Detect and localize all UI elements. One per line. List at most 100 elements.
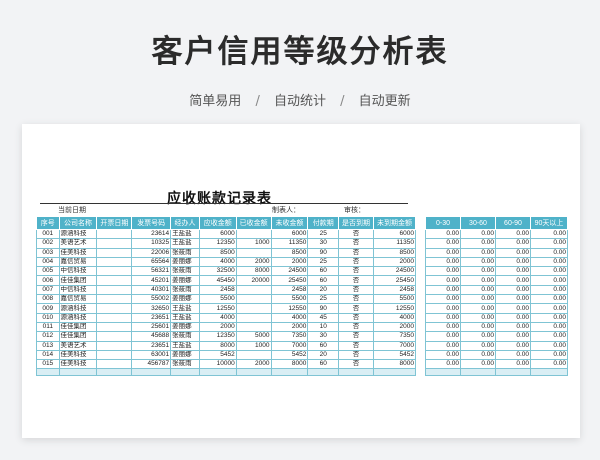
aging-cell: 0.00 bbox=[495, 256, 531, 268]
table-cell: 4000 bbox=[198, 312, 237, 323]
aging-cell: 0.00 bbox=[495, 331, 531, 342]
table-cell: 4000 bbox=[270, 312, 309, 323]
table-header-row: 序号 公司名称 开票日期 发票号码 经办人 应收金额 已收金额 未收金额 付款期 是否到期 未到期金… bbox=[36, 216, 417, 230]
column-header: 未收金额 bbox=[270, 216, 309, 230]
table-cell: 4000 bbox=[372, 312, 417, 323]
aging-cell: 0.00 bbox=[425, 256, 461, 268]
table-cell: 45 bbox=[307, 312, 340, 323]
reviewer-label: 审核： bbox=[344, 206, 365, 214]
aging-cell: 0.00 bbox=[425, 275, 461, 286]
table-cell: 24500 bbox=[372, 266, 417, 277]
table-cell: 25 bbox=[307, 228, 340, 240]
table-cell: 32500 bbox=[198, 266, 237, 277]
aging-cell: 0.00 bbox=[460, 312, 496, 323]
footer-cell bbox=[307, 368, 340, 377]
table-cell: 源涵科技 bbox=[58, 312, 98, 323]
table-cell: 8500 bbox=[270, 247, 309, 258]
table-cell: 王盐盐 bbox=[170, 312, 200, 323]
footer-cell bbox=[372, 368, 417, 377]
aging-cell: 0.00 bbox=[495, 321, 531, 333]
table-cell: 60 bbox=[307, 359, 340, 370]
aging-cell: 0.00 bbox=[495, 303, 531, 314]
column-header: 未到期金额 bbox=[372, 216, 417, 230]
table-cell: 中信科技 bbox=[58, 266, 98, 277]
table-cell: 佳佳集团 bbox=[58, 321, 98, 333]
table-cell: 王盐盐 bbox=[170, 228, 200, 240]
subtitle-separator: / bbox=[255, 94, 260, 109]
table-cell: 7000 bbox=[372, 340, 417, 351]
table-cell: 2458 bbox=[198, 284, 237, 296]
table-cell: 否 bbox=[338, 256, 374, 268]
aging-column-header: 60-90 bbox=[495, 216, 531, 230]
table-cell: 中信科技 bbox=[58, 284, 98, 296]
aging-cell: 0.00 bbox=[495, 284, 531, 296]
table-cell: 张筱雨 bbox=[170, 284, 200, 296]
aging-cell: 0.00 bbox=[530, 284, 568, 296]
aging-cell: 0.00 bbox=[460, 256, 496, 268]
table-cell: 12550 bbox=[372, 303, 417, 314]
table-cell: 否 bbox=[338, 312, 374, 323]
table-cell: 否 bbox=[338, 321, 374, 333]
table-cell bbox=[96, 340, 133, 351]
aging-cell: 0.00 bbox=[425, 349, 461, 361]
column-header: 发票号码 bbox=[131, 216, 172, 230]
table-cell: 佳美科技 bbox=[58, 349, 98, 361]
table-cell: 嘉信贸易 bbox=[58, 256, 98, 268]
aging-cell: 0.00 bbox=[460, 349, 496, 361]
table-cell bbox=[96, 275, 133, 286]
table-cell: 30 bbox=[307, 238, 340, 249]
aging-cell: 0.00 bbox=[460, 331, 496, 342]
table-row: 010 源涵科技 23651 王盐盐 4000 4000 45 否 4000 bbox=[36, 312, 417, 323]
aging-cell: 0.00 bbox=[425, 294, 461, 305]
aging-cell: 0.00 bbox=[460, 340, 496, 351]
table-cell: 65564 bbox=[131, 256, 172, 268]
table-cell: 2458 bbox=[270, 284, 309, 296]
aging-cell: 0.00 bbox=[530, 228, 568, 240]
footer-cell bbox=[58, 368, 98, 377]
table-cell: 否 bbox=[338, 275, 374, 286]
table-cell bbox=[235, 294, 272, 305]
sheet-heading: 应收账款记录表 bbox=[167, 191, 272, 207]
aging-row: 0.00 0.00 0.00 0.00 bbox=[425, 331, 568, 342]
aging-cell: 0.00 bbox=[425, 312, 461, 323]
table-cell: 008 bbox=[36, 294, 60, 305]
table-cell: 姜丽娜 bbox=[170, 321, 200, 333]
table-cell: 005 bbox=[36, 266, 60, 277]
table-cell: 否 bbox=[338, 303, 374, 314]
table-cell bbox=[96, 294, 133, 305]
aging-cell: 0.00 bbox=[425, 284, 461, 296]
aging-column-header: 30-60 bbox=[460, 216, 496, 230]
table-cell: 8500 bbox=[372, 247, 417, 258]
table-row: 012 佳佳集团 45688 张筱雨 12350 5000 7350 30 否 7350 bbox=[36, 331, 417, 342]
table-cell: 32650 bbox=[131, 303, 172, 314]
aging-row: 0.00 0.00 0.00 0.00 bbox=[425, 294, 568, 305]
table-cell: 002 bbox=[36, 238, 60, 249]
aging-cell: 0.00 bbox=[495, 238, 531, 249]
table-cell: 007 bbox=[36, 284, 60, 296]
table-cell: 8000 bbox=[372, 359, 417, 370]
table-cell: 5452 bbox=[372, 349, 417, 361]
aging-cell: 0.00 bbox=[495, 349, 531, 361]
table-cell bbox=[235, 228, 272, 240]
table-row: 008 嘉信贸易 55002 姜丽娜 5500 5500 25 否 5500 bbox=[36, 294, 417, 305]
table-cell: 20 bbox=[307, 349, 340, 361]
aging-row: 0.00 0.00 0.00 0.00 bbox=[425, 349, 568, 361]
column-header: 公司名称 bbox=[58, 216, 98, 230]
table-cell bbox=[96, 303, 133, 314]
table-row: 014 佳美科技 63001 姜丽娜 5452 5452 20 否 5452 bbox=[36, 349, 417, 361]
aging-row: 0.00 0.00 0.00 0.00 bbox=[425, 228, 568, 240]
table-cell: 40301 bbox=[131, 284, 172, 296]
table-cell: 佳美科技 bbox=[58, 247, 98, 258]
table-cell: 003 bbox=[36, 247, 60, 258]
table-cell bbox=[96, 266, 133, 277]
footer-cell bbox=[235, 368, 272, 377]
table-cell bbox=[235, 303, 272, 314]
aging-cell: 0.00 bbox=[425, 238, 461, 249]
aging-cell: 0.00 bbox=[460, 294, 496, 305]
table-cell: 12350 bbox=[198, 238, 237, 249]
table-cell: 姜丽娜 bbox=[170, 275, 200, 286]
aging-cell: 0.00 bbox=[460, 284, 496, 296]
table-cell: 4000 bbox=[198, 256, 237, 268]
table-cell bbox=[235, 349, 272, 361]
table-cell: 25 bbox=[307, 294, 340, 305]
